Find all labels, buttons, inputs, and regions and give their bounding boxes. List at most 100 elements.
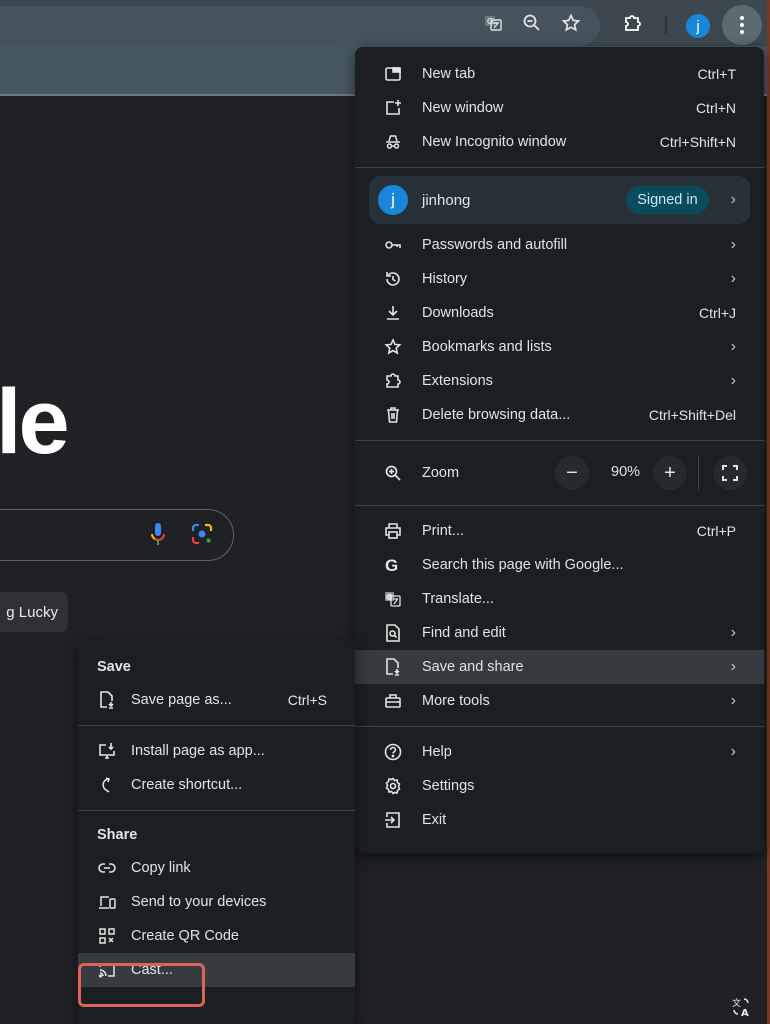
menu-item-label: Exit	[422, 812, 447, 828]
fullscreen-button[interactable]	[713, 456, 747, 490]
menu-item-save-share[interactable]: Save and share ›	[355, 650, 764, 684]
toolbar-divider	[665, 16, 667, 34]
incognito-icon	[384, 133, 402, 151]
save-file-icon	[384, 658, 402, 676]
menu-item-label: Copy link	[131, 860, 191, 876]
menu-separator	[355, 505, 764, 506]
menu-item-label: Downloads	[422, 305, 494, 321]
menu-item-cast[interactable]: Cast...	[78, 953, 355, 987]
menu-item-downloads[interactable]: Downloads Ctrl+J	[355, 296, 764, 330]
menu-item-save-page[interactable]: Save page as... Ctrl+S	[78, 683, 355, 717]
zoom-icon[interactable]	[517, 8, 547, 38]
shortcut-icon	[98, 776, 116, 794]
chevron-right-icon: ›	[730, 191, 736, 208]
chevron-right-icon: ›	[730, 692, 736, 709]
translate-icon[interactable]: 文A	[724, 990, 760, 1024]
menu-item-create-shortcut[interactable]: Create shortcut...	[78, 768, 355, 802]
menu-item-label: Passwords and autofill	[422, 237, 568, 253]
menu-separator	[78, 725, 355, 726]
menu-item-label: Install page as app...	[131, 743, 265, 759]
menu-item-send-devices[interactable]: Send to your devices	[78, 885, 355, 919]
printer-icon	[384, 522, 402, 540]
menu-item-label: Translate...	[422, 591, 494, 607]
menu-item-label: History	[422, 271, 468, 287]
menu-item-label: New tab	[422, 66, 476, 82]
new-window-icon	[384, 99, 402, 117]
shortcut-label: Ctrl+J	[699, 305, 736, 321]
voice-search-icon[interactable]	[148, 521, 168, 549]
shortcut-label: Ctrl+T	[697, 66, 737, 82]
menu-item-settings[interactable]: Settings	[355, 769, 764, 803]
address-bar[interactable]	[0, 6, 600, 46]
avatar: j	[378, 185, 408, 215]
chevron-right-icon: ›	[730, 658, 736, 675]
chevron-right-icon: ›	[730, 743, 736, 760]
menu-item-new-tab[interactable]: New tab Ctrl+T	[355, 57, 764, 91]
section-title-save: Save	[97, 659, 131, 675]
menu-item-label: Save and share	[422, 659, 524, 675]
menu-item-more-tools[interactable]: More tools ›	[355, 684, 764, 718]
translate-icon[interactable]: G	[478, 8, 508, 38]
feeling-lucky-button[interactable]: g Lucky	[0, 592, 68, 632]
extensions-icon[interactable]	[618, 8, 648, 38]
zoom-divider	[698, 456, 699, 490]
menu-item-label: Bookmarks and lists	[422, 339, 552, 355]
toolbox-icon	[384, 692, 402, 710]
menu-item-label: Settings	[422, 778, 475, 794]
menu-item-delete-data[interactable]: Delete browsing data... Ctrl+Shift+Del	[355, 398, 764, 432]
bookmark-star-icon[interactable]	[556, 8, 586, 38]
menu-item-label: Cast...	[131, 962, 173, 978]
qr-code-icon	[98, 927, 116, 945]
menu-item-translate[interactable]: G Translate...	[355, 582, 764, 616]
menu-item-zoom: Zoom − 90% +	[355, 449, 764, 497]
profile-name: jinhong	[422, 191, 471, 209]
menu-item-print[interactable]: Print... Ctrl+P	[355, 514, 764, 548]
shortcut-label: Ctrl+Shift+Del	[648, 407, 736, 423]
exit-icon	[384, 811, 402, 829]
menu-item-help[interactable]: Help ›	[355, 735, 764, 769]
chevron-right-icon: ›	[730, 270, 736, 287]
trash-icon	[384, 406, 402, 424]
menu-item-qr-code[interactable]: Create QR Code	[78, 919, 355, 953]
zoom-level-value: 90%	[611, 464, 641, 480]
menu-item-label: Search this page with Google...	[422, 557, 624, 573]
help-icon	[384, 743, 402, 761]
profile-row[interactable]: j jinhong Signed in ›	[369, 176, 750, 224]
gear-icon	[384, 777, 402, 795]
chevron-right-icon: ›	[730, 338, 736, 355]
menu-item-new-window[interactable]: New window Ctrl+N	[355, 91, 764, 125]
shortcut-label: Ctrl+N	[695, 100, 736, 116]
kebab-menu-icon[interactable]	[722, 5, 762, 45]
install-app-icon	[98, 742, 116, 760]
profile-avatar-button[interactable]: j	[686, 14, 710, 38]
lens-search-icon[interactable]	[190, 522, 214, 546]
menu-item-new-incognito[interactable]: New Incognito window Ctrl+Shift+N	[355, 125, 764, 159]
menu-item-label: Send to your devices	[131, 894, 267, 910]
key-icon	[384, 236, 402, 254]
zoom-out-button[interactable]: −	[555, 456, 589, 490]
menu-item-exit[interactable]: Exit	[355, 803, 764, 837]
chrome-main-menu: New tab Ctrl+T New window Ctrl+N New Inc…	[355, 47, 764, 853]
menu-item-copy-link[interactable]: Copy link	[78, 851, 355, 885]
menu-item-label: New window	[422, 100, 504, 116]
translate-icon: G	[384, 590, 402, 608]
menu-item-extensions[interactable]: Extensions ›	[355, 364, 764, 398]
puzzle-icon	[384, 372, 402, 390]
menu-separator	[78, 810, 355, 811]
menu-item-install-app[interactable]: Install page as app...	[78, 734, 355, 768]
menu-item-label: Print...	[422, 523, 464, 539]
chevron-right-icon: ›	[730, 624, 736, 641]
devices-icon	[98, 893, 116, 911]
zoom-in-button[interactable]: +	[653, 456, 687, 490]
save-file-icon	[98, 691, 116, 709]
menu-item-history[interactable]: History ›	[355, 262, 764, 296]
menu-item-bookmarks[interactable]: Bookmarks and lists ›	[355, 330, 764, 364]
menu-item-label: New Incognito window	[422, 134, 567, 150]
menu-item-find-edit[interactable]: Find and edit ›	[355, 616, 764, 650]
menu-item-search-google[interactable]: G Search this page with Google...	[355, 548, 764, 582]
chevron-right-icon: ›	[730, 372, 736, 389]
menu-item-passwords[interactable]: Passwords and autofill ›	[355, 228, 764, 262]
menu-item-label: Create QR Code	[131, 928, 239, 944]
download-icon	[384, 304, 402, 322]
svg-text:A: A	[741, 1008, 749, 1018]
